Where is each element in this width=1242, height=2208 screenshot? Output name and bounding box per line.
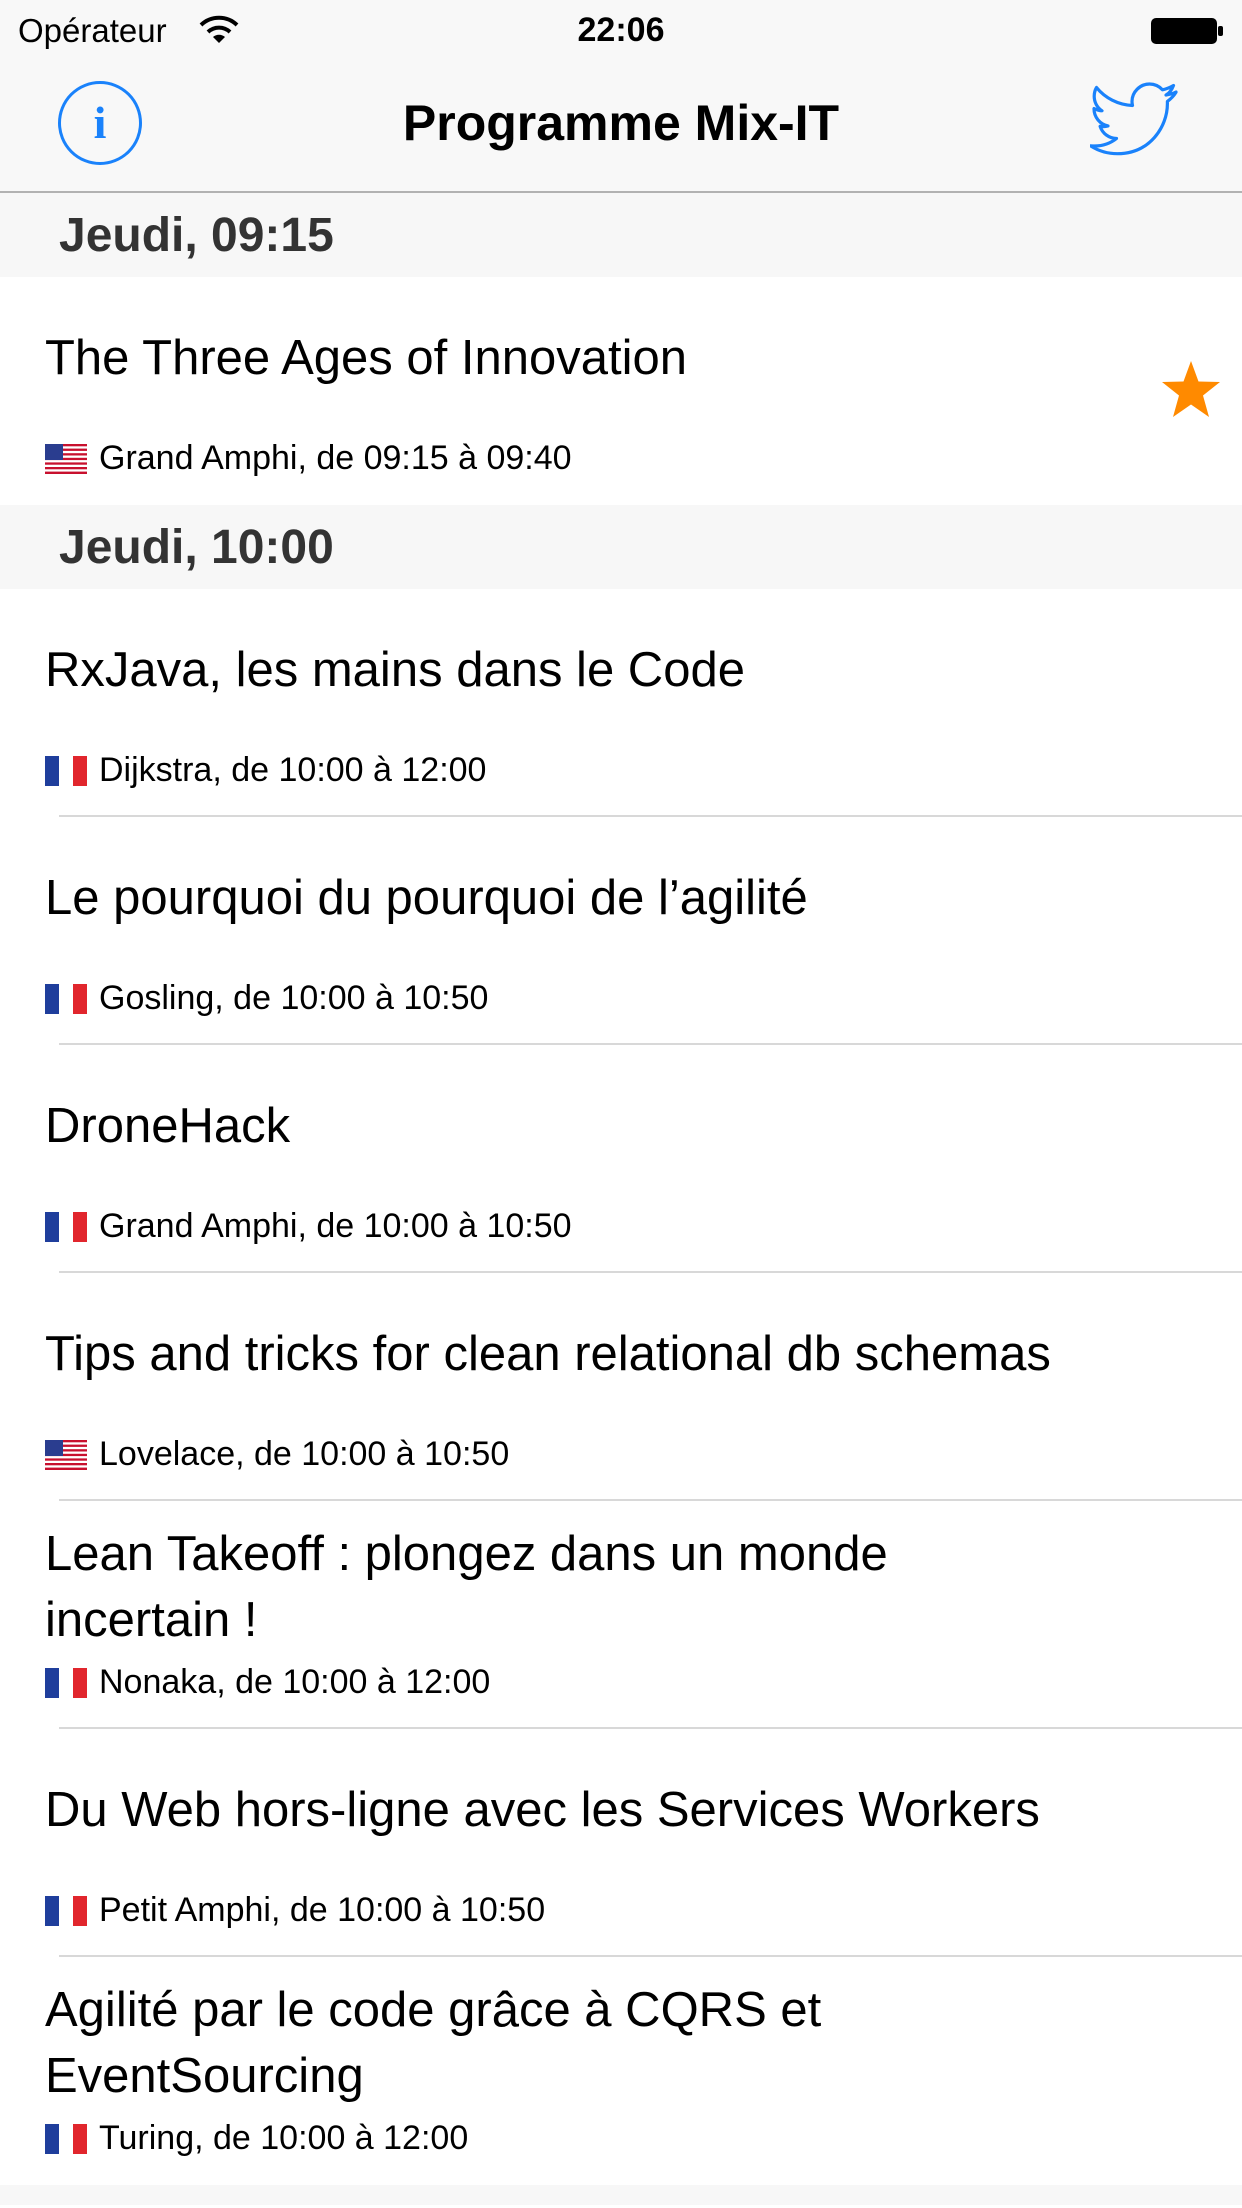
- fr-flag-icon: [45, 2123, 87, 2154]
- session-title: Le pourquoi du pourquoi de l’agilité: [45, 871, 808, 925]
- session-meta: Turing, de 10:00 à 12:00: [45, 2119, 468, 2158]
- session-row[interactable]: Du Web hors-ligne avec les Services Work…: [0, 1729, 1242, 1957]
- fr-flag-icon: [45, 755, 87, 786]
- session-location-time: Gosling, de 10:00 à 10:50: [99, 979, 489, 1017]
- section-title: Jeudi, 09:15: [59, 209, 334, 262]
- session-row[interactable]: Le pourquoi du pourquoi de l’agilité Gos…: [0, 817, 1242, 1045]
- section-title: Jeudi, 10:00: [59, 521, 334, 574]
- session-title: Agilité par le code grâce à CQRS et Even…: [45, 1983, 822, 2103]
- session-location-time: Dijkstra, de 10:00 à 12:00: [99, 751, 487, 789]
- session-row[interactable]: DroneHack Grand Amphi, de 10:00 à 10:50: [0, 1045, 1242, 1273]
- session-location-time: Petit Amphi, de 10:00 à 10:50: [99, 1891, 546, 1929]
- status-time: 22:06: [577, 11, 665, 49]
- session-title: Lean Takeoff : plongez dans un monde inc…: [45, 1527, 888, 1647]
- session-meta: Petit Amphi, de 10:00 à 10:50: [45, 1891, 545, 1930]
- session-title: Du Web hors-ligne avec les Services Work…: [45, 1783, 1040, 1837]
- navigation-bar: i Programme Mix-IT: [0, 60, 1242, 193]
- session-title: Tips and tricks for clean relational db …: [45, 1327, 1051, 1381]
- section-header: Jeudi, 09:15: [0, 193, 1242, 277]
- battery-icon: [1151, 18, 1223, 44]
- us-flag-icon: [45, 1439, 87, 1470]
- session-list[interactable]: Jeudi, 09:15 The Three Ages of Innovatio…: [0, 193, 1242, 2205]
- fr-flag-icon: [45, 1895, 87, 1926]
- session-row[interactable]: Tips and tricks for clean relational db …: [0, 1273, 1242, 1501]
- session-meta: Grand Amphi, de 09:15 à 09:40: [45, 439, 572, 478]
- twitter-icon[interactable]: [1090, 82, 1180, 160]
- session-meta: Gosling, de 10:00 à 10:50: [45, 979, 488, 1018]
- session-row[interactable]: Lean Takeoff : plongez dans un monde inc…: [0, 1501, 1242, 1729]
- session-location-time: Grand Amphi, de 10:00 à 10:50: [99, 1207, 572, 1245]
- us-flag-icon: [45, 443, 87, 474]
- page-title: Programme Mix-IT: [402, 95, 840, 151]
- session-meta: Grand Amphi, de 10:00 à 10:50: [45, 1207, 572, 1246]
- fr-flag-icon: [45, 1211, 87, 1242]
- session-location-time: Turing, de 10:00 à 12:00: [99, 2119, 469, 2157]
- session-title: RxJava, les mains dans le Code: [45, 643, 745, 697]
- session-location-time: Grand Amphi, de 09:15 à 09:40: [99, 439, 572, 477]
- list-footer: [0, 2185, 1242, 2205]
- fr-flag-icon: [45, 983, 87, 1014]
- session-title: DroneHack: [45, 1099, 291, 1153]
- session-location-time: Nonaka, de 10:00 à 12:00: [99, 1663, 491, 1701]
- fr-flag-icon: [45, 1667, 87, 1698]
- session-row[interactable]: RxJava, les mains dans le Code Dijkstra,…: [0, 589, 1242, 817]
- session-row[interactable]: The Three Ages of Innovation Grand Amphi…: [0, 277, 1242, 505]
- status-bar: Opérateur 22:06: [0, 0, 1242, 60]
- session-meta: Dijkstra, de 10:00 à 12:00: [45, 751, 486, 790]
- session-meta: Lovelace, de 10:00 à 10:50: [45, 1435, 509, 1474]
- favorite-star-icon[interactable]: [1160, 359, 1222, 421]
- session-meta: Nonaka, de 10:00 à 12:00: [45, 1663, 490, 1702]
- session-row[interactable]: Agilité par le code grâce à CQRS et Even…: [0, 1957, 1242, 2185]
- session-title: The Three Ages of Innovation: [45, 331, 687, 385]
- session-location-time: Lovelace, de 10:00 à 10:50: [99, 1435, 510, 1473]
- section-header: Jeudi, 10:00: [0, 505, 1242, 589]
